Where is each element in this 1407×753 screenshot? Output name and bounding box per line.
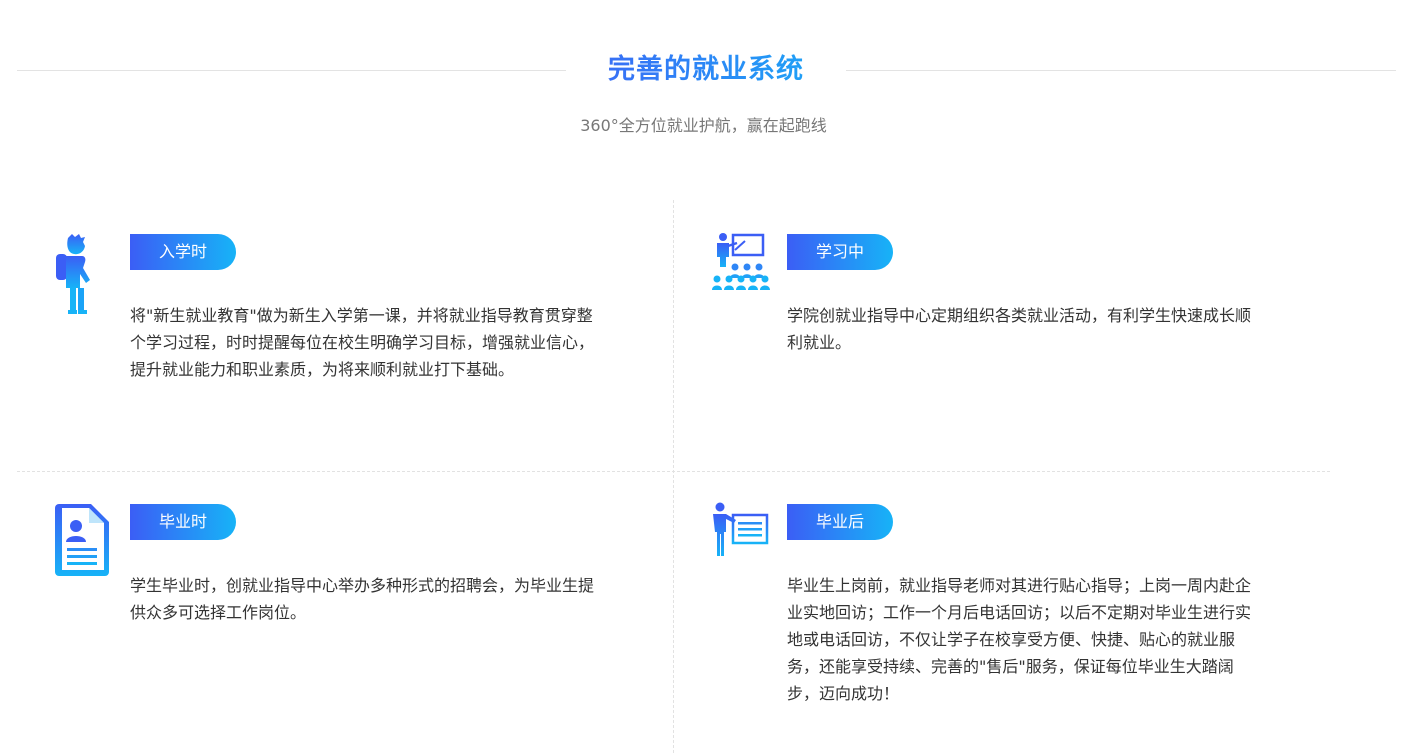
header-divider-right xyxy=(846,70,1396,71)
stage-label-post-graduation: 毕业后 xyxy=(787,504,893,540)
grid-divider-vertical xyxy=(673,200,674,753)
header-divider-left xyxy=(17,70,566,71)
classroom-teacher-icon xyxy=(711,232,771,312)
grid-divider-horizontal xyxy=(17,471,1330,472)
stage-description-enrollment: 将"新生就业教育"做为新生入学第一课，并将就业指导教育贯穿整个学习过程，时时提醒… xyxy=(130,306,595,379)
stage-description-studying: 学院创就业指导中心定期组织各类就业活动，有利学生快速成长顺利就业。 xyxy=(787,306,1252,352)
section-title: 完善的就业系统 xyxy=(566,50,846,90)
stage-description-graduation: 学生毕业时，创就业指导中心举办多种形式的招聘会，为毕业生提供众多可选择工作岗位。 xyxy=(130,576,595,622)
resume-document-icon xyxy=(54,502,114,582)
stage-label-enrollment: 入学时 xyxy=(130,234,236,270)
section-subtitle: 360°全方位就业护航，赢在起跑线 xyxy=(580,116,827,135)
stage-description-post-graduation: 毕业生上岗前，就业指导老师对其进行贴心指导；上岗一周内赴企业实地回访；工作一个月… xyxy=(787,576,1252,703)
stage-label-graduation: 毕业时 xyxy=(130,504,236,540)
presenter-board-icon xyxy=(711,502,771,582)
student-backpack-icon xyxy=(54,232,114,314)
stage-label-studying: 学习中 xyxy=(787,234,893,270)
